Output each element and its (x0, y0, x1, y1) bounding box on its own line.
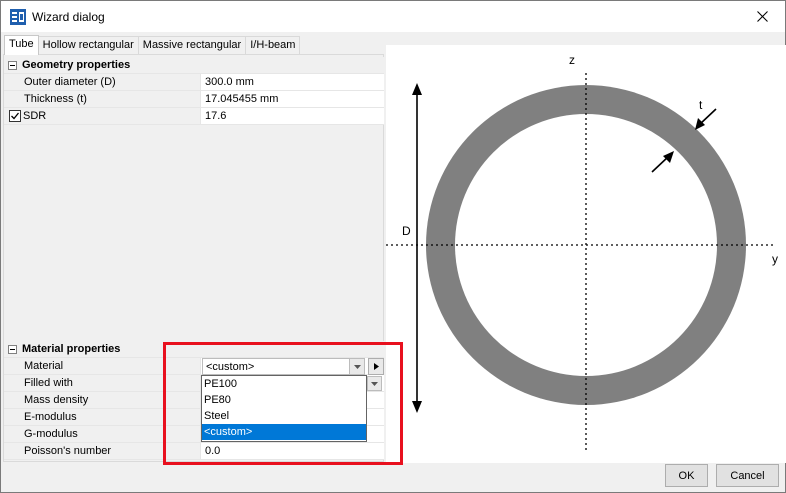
filled-with-label: Filled with (4, 375, 201, 391)
thickness-value[interactable]: 17.045455 mm (201, 91, 384, 107)
close-icon (756, 11, 768, 22)
material-combo-arrow[interactable] (349, 359, 364, 374)
arrow-down-icon (412, 401, 422, 413)
geometry-section: Geometry properties Outer diameter (D) 3… (4, 57, 384, 125)
collapse-icon[interactable] (8, 60, 17, 70)
axis-z-label: z (569, 53, 575, 67)
ok-button[interactable]: OK (665, 464, 708, 487)
chevron-down-icon (353, 364, 361, 369)
dimension-d-label: D (402, 224, 411, 238)
material-edit-button[interactable] (368, 358, 384, 375)
material-option-pe100[interactable]: PE100 (202, 376, 366, 392)
window-title: Wizard dialog (32, 10, 105, 24)
title-bar: Wizard dialog (1, 1, 785, 32)
sdr-label: SDR (23, 110, 47, 122)
arrow-up-icon (412, 83, 422, 95)
sdr-label-cell: SDR (4, 108, 201, 124)
app-icon (10, 9, 26, 25)
thickness-row: Thickness (t) 17.045455 mm (4, 91, 384, 108)
tab-massive-rectangular[interactable]: Massive rectangular (137, 36, 247, 55)
collapse-icon[interactable] (8, 344, 17, 354)
mass-density-label: Mass density (4, 392, 201, 408)
play-right-icon (373, 363, 379, 370)
thickness-label: Thickness (t) (4, 91, 201, 107)
checkmark-icon (11, 112, 20, 120)
property-grid: Geometry properties Outer diameter (D) 3… (3, 54, 384, 462)
wizard-dialog: Wizard dialog Tube Hollow rectangular Ma… (0, 0, 786, 493)
material-label: Material (4, 358, 201, 374)
poisson-label: Poisson's number (4, 443, 201, 459)
g-modulus-label: G-modulus (4, 426, 201, 442)
material-dropdown-list: PE100 PE80 Steel <custom> (201, 375, 367, 442)
tab-strip: Tube Hollow rectangular Massive rectangu… (4, 35, 301, 55)
material-option-pe80[interactable]: PE80 (202, 392, 366, 408)
material-option-steel[interactable]: Steel (202, 408, 366, 424)
sdr-value[interactable]: 17.6 (201, 108, 384, 124)
outer-diameter-value[interactable]: 300.0 mm (201, 74, 384, 90)
sdr-row: SDR 17.6 (4, 108, 384, 125)
tab-hollow-rectangular[interactable]: Hollow rectangular (37, 36, 139, 55)
outer-diameter-row: Outer diameter (D) 300.0 mm (4, 74, 384, 91)
outer-diameter-label: Outer diameter (D) (4, 74, 201, 90)
tube-cross-section-drawing: z y D t (386, 45, 786, 463)
cancel-button[interactable]: Cancel (716, 464, 779, 487)
close-button[interactable] (739, 1, 785, 32)
material-row: Material <custom> (4, 358, 384, 375)
material-combobox[interactable]: <custom> (202, 358, 365, 375)
dimension-t-label: t (699, 98, 703, 112)
axis-y-label: y (772, 252, 778, 266)
poisson-value[interactable]: 0.0 (201, 443, 384, 459)
tab-tube[interactable]: Tube (4, 35, 39, 55)
tab-ih-beam[interactable]: I/H-beam (245, 36, 301, 55)
e-modulus-label: E-modulus (4, 409, 201, 425)
material-combo-text: <custom> (206, 361, 255, 373)
material-option-custom[interactable]: <custom> (202, 424, 366, 440)
filled-with-combo-arrow[interactable] (367, 376, 382, 391)
material-header-label: Material properties (22, 343, 121, 355)
poisson-row: Poisson's number 0.0 (4, 443, 384, 460)
sdr-checkbox[interactable] (9, 110, 21, 122)
material-header[interactable]: Material properties (4, 341, 384, 358)
geometry-header-label: Geometry properties (22, 59, 131, 71)
chevron-down-icon (371, 381, 378, 386)
geometry-header[interactable]: Geometry properties (4, 57, 384, 74)
